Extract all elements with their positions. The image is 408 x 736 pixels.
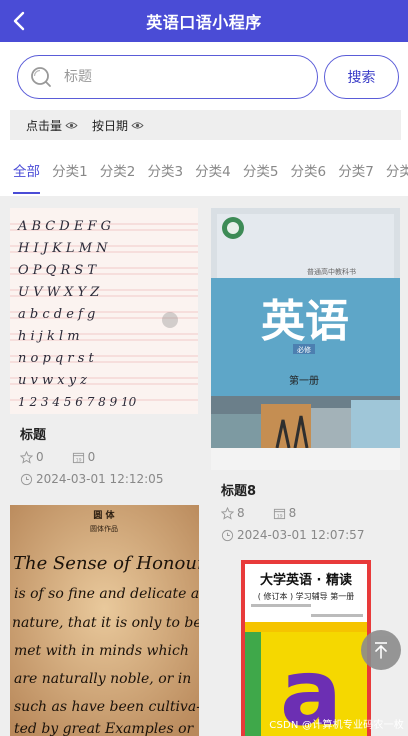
calligraphy-line: The Sense of Honour: [13, 553, 199, 574]
card-date: 2024-03-01 12:07:57: [221, 528, 400, 542]
tab-category-5[interactable]: 分类5: [243, 150, 279, 194]
handwriting-line: A B C D E F G: [17, 219, 111, 234]
page-title: 英语口语小程序: [146, 13, 262, 32]
back-to-top-button[interactable]: [361, 630, 401, 670]
tab-category-4[interactable]: 分类4: [195, 150, 231, 194]
search-row: 搜索: [0, 42, 408, 108]
sort-by-clicks[interactable]: 点击量: [26, 117, 78, 134]
card-image: 普通高中教科书 英语 必修 第一册: [211, 208, 400, 470]
eye-icon: [131, 121, 144, 129]
list-item[interactable]: A B C D E F G H I J K L M N O P Q R S T …: [10, 208, 198, 486]
tab-category-8[interactable]: 分类8: [386, 150, 408, 194]
like-count: 0: [36, 450, 44, 464]
svg-text:19: 19: [75, 457, 81, 463]
tab-category-1[interactable]: 分类1: [52, 150, 88, 194]
card-image: 圆 体 圆体作品 The Sense of Honour is of so fi…: [10, 505, 199, 736]
cover-badge: 必修: [297, 345, 311, 354]
tab-category-2[interactable]: 分类2: [100, 150, 136, 194]
list-item[interactable]: 普通高中教科书 英语 必修 第一册 标题8 8 19 8 2024-03-01 …: [211, 208, 400, 542]
star-icon: [221, 506, 234, 520]
handwriting-line: O P Q R S T: [18, 263, 97, 278]
cover-head: 圆 体: [93, 509, 115, 521]
calendar-icon: 19: [72, 452, 84, 463]
card-title: 标题: [20, 428, 47, 443]
list-item[interactable]: 圆 体 圆体作品 The Sense of Honour is of so fi…: [10, 505, 199, 736]
view-count: 8: [288, 506, 297, 520]
handwriting-line: u v w x y z: [18, 373, 87, 388]
handwriting-line: n o p q r s t: [18, 351, 95, 366]
tab-category-7[interactable]: 分类7: [338, 150, 374, 194]
cover-brand: 普通高中教科书: [307, 267, 356, 276]
handwriting-line: h i j k l m: [18, 329, 80, 344]
star-icon: [20, 450, 33, 464]
eye-icon: [65, 121, 78, 129]
cover-sub: ( 修订本 ) 学习辅导 第一册: [258, 591, 354, 601]
cover-sub: 圆体作品: [90, 524, 118, 533]
cover-title: 大学英语 · 精读: [260, 572, 352, 588]
calligraphy-line: met with in minds which: [14, 643, 189, 659]
chevron-left-icon[interactable]: [8, 9, 32, 33]
svg-text:19: 19: [276, 513, 282, 519]
clock-icon: [20, 473, 33, 485]
sort-by-date[interactable]: 按日期: [92, 117, 144, 134]
search-button[interactable]: 搜索: [324, 55, 399, 99]
calligraphy-line: are naturally noble, or in: [14, 671, 191, 687]
calendar-icon: 19: [273, 508, 285, 519]
date-text: 2024-03-01 12:07:57: [237, 528, 365, 542]
tab-category-3[interactable]: 分类3: [147, 150, 183, 194]
sort-label: 点击量: [26, 118, 63, 133]
search-input[interactable]: [64, 69, 284, 85]
calligraphy-line: such as have been cultiva-: [14, 699, 199, 715]
search-box[interactable]: [17, 55, 318, 99]
date-text: 2024-03-01 12:12:05: [36, 472, 164, 486]
card-stats: 8 19 8: [221, 506, 400, 520]
watermark: CSDN @计算机专业码农一枚: [269, 720, 404, 731]
card-image: A B C D E F G H I J K L M N O P Q R S T …: [10, 208, 198, 414]
view-count: 0: [87, 450, 96, 464]
handwriting-line: H I J K L M N: [17, 241, 108, 256]
handwriting-line: 1 2 3 4 5 6 7 8 9 10: [18, 395, 137, 409]
tab-category-6[interactable]: 分类6: [291, 150, 327, 194]
content-grid: A B C D E F G H I J K L M N O P Q R S T …: [0, 196, 408, 736]
app-header: 英语口语小程序: [0, 0, 408, 42]
tab-all[interactable]: 全部: [13, 150, 40, 194]
sort-bar: 点击量 按日期: [10, 110, 401, 140]
calligraphy-line: nature, that it is only to be: [12, 615, 199, 631]
handwriting-line: U V W X Y Z: [18, 285, 100, 300]
category-tabs: 全部 分类1 分类2 分类3 分类4 分类5 分类6 分类7 分类8: [0, 150, 408, 196]
card-date: 2024-03-01 12:12:05: [20, 472, 198, 486]
calligraphy-line: ted by great Examples or: [14, 721, 195, 736]
sort-label: 按日期: [92, 118, 129, 133]
arrow-up-icon: [375, 642, 387, 659]
calligraphy-line: is of so fine and delicate a: [14, 586, 199, 602]
like-count: 8: [237, 506, 245, 520]
search-icon: [31, 67, 51, 87]
handwriting-line: a b c d e f g: [18, 307, 95, 322]
cover-volume: 第一册: [289, 374, 319, 387]
card-title: 标题8: [221, 484, 257, 499]
card-stats: 0 19 0: [20, 450, 198, 464]
cover-title: 英语: [261, 296, 349, 347]
clock-icon: [221, 529, 234, 541]
